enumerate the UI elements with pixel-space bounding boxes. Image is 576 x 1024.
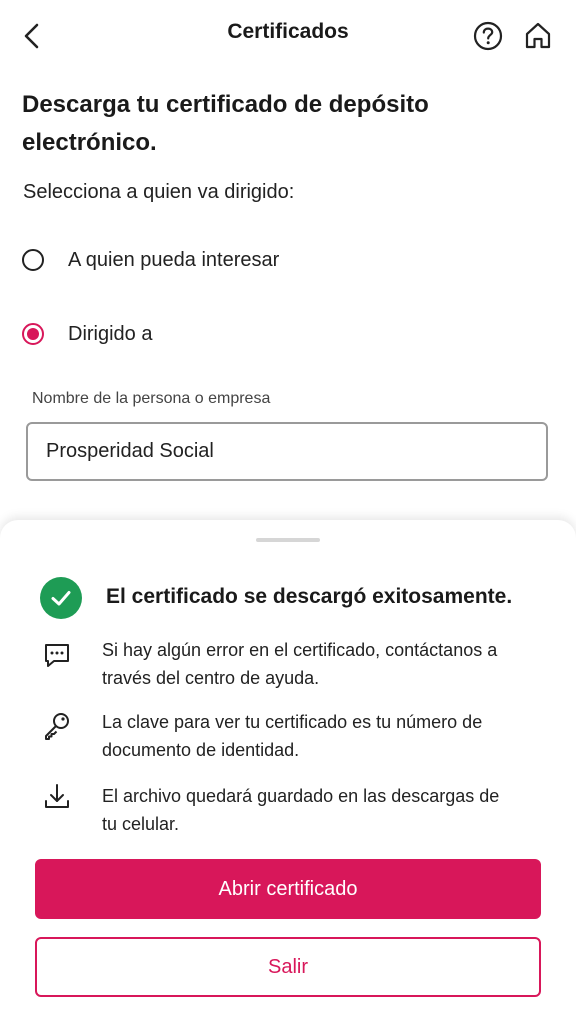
info-item-download: El archivo quedará guardado en las desca… bbox=[42, 782, 542, 840]
info-item-password: La clave para ver tu certificado es tu n… bbox=[42, 708, 542, 766]
radio-selected-dot bbox=[27, 328, 39, 340]
page-heading: Descarga tu certificado de depósito elec… bbox=[22, 91, 429, 156]
sheet-drag-handle[interactable] bbox=[256, 538, 320, 542]
help-button[interactable] bbox=[470, 18, 506, 54]
info-text: Si hay algún error en el certificado, co… bbox=[102, 640, 498, 688]
home-icon bbox=[525, 22, 551, 49]
open-certificate-button[interactable]: Abrir certificado bbox=[35, 859, 541, 919]
exit-button[interactable]: Salir bbox=[35, 937, 541, 997]
radio-button-selected[interactable] bbox=[22, 323, 44, 345]
key-icon bbox=[45, 713, 69, 740]
help-circle-icon bbox=[473, 21, 503, 51]
recipient-prompt: Selecciona a quien va dirigido: bbox=[23, 181, 295, 203]
radio-label: A quien pueda interesar bbox=[68, 248, 280, 271]
recipient-name-input[interactable]: Prosperidad Social bbox=[26, 422, 548, 481]
radio-option-a-quien-pueda-interesar[interactable]: A quien pueda interesar bbox=[22, 240, 542, 280]
check-circle-icon bbox=[40, 577, 82, 619]
chat-dots-icon bbox=[45, 644, 69, 667]
success-message: El certificado se descargó exitosamente. bbox=[106, 585, 513, 608]
radio-button[interactable] bbox=[22, 249, 44, 271]
home-button[interactable] bbox=[520, 18, 556, 54]
recipient-field-label: Nombre de la persona o empresa bbox=[32, 390, 271, 407]
download-icon bbox=[45, 784, 69, 808]
info-item-help: Si hay algún error en el certificado, co… bbox=[42, 636, 542, 694]
radio-label: Dirigido a bbox=[68, 322, 153, 345]
info-text: La clave para ver tu certificado es tu n… bbox=[102, 712, 483, 760]
info-text: El archivo quedará guardado en las desca… bbox=[102, 786, 500, 834]
radio-option-dirigido-a[interactable]: Dirigido a bbox=[22, 314, 542, 354]
